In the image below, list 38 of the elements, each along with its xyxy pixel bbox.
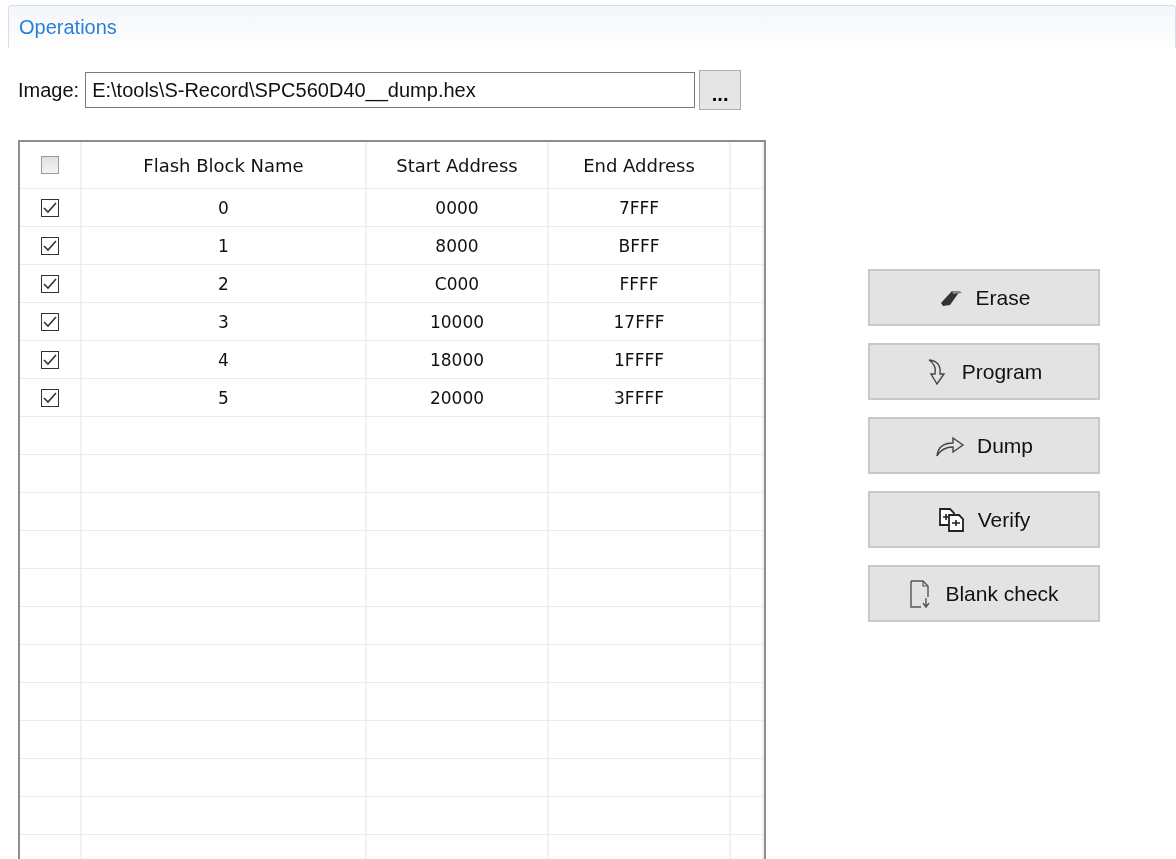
column-header[interactable]: Start Address: [367, 142, 549, 188]
table-cell: 20000: [367, 379, 549, 416]
column-header[interactable]: Flash Block Name: [82, 142, 367, 188]
table-cell: 5: [82, 379, 367, 416]
table-cell: 4: [82, 341, 367, 378]
action-button[interactable]: Dump: [868, 417, 1100, 474]
table-cell: 0: [82, 189, 367, 226]
checkbox[interactable]: [41, 236, 59, 255]
column-header[interactable]: End Address: [549, 142, 731, 188]
image-path-field[interactable]: E:\tools\S-Record\SPC560D40__dump.hex: [85, 72, 696, 108]
action-button[interactable]: Erase: [868, 269, 1100, 326]
table-cell: 2: [82, 265, 367, 302]
image-label: Image:: [18, 78, 80, 102]
table-cell: 8000: [367, 227, 549, 264]
table-cell: 17FFF: [549, 303, 731, 340]
table-cell: 1: [82, 227, 367, 264]
checkbox[interactable]: [41, 156, 59, 174]
table-cell: 0000: [367, 189, 549, 226]
checkbox[interactable]: [41, 274, 59, 293]
table-cell: 10000: [367, 303, 549, 340]
table-cell: 3FFFF: [549, 379, 731, 416]
table-cell: 7FFF: [549, 189, 731, 226]
table-cell: 18000: [367, 341, 549, 378]
table-cell: 3: [82, 303, 367, 340]
table-cell: FFFF: [549, 265, 731, 302]
table-cell: C000: [367, 265, 549, 302]
panel-title: Operations: [19, 15, 117, 39]
checkbox[interactable]: [41, 198, 59, 217]
compare-pages-icon: [937, 506, 966, 533]
checkbox[interactable]: [41, 350, 59, 369]
table-cell: 1FFFF: [549, 341, 731, 378]
table-cell: BFFF: [549, 227, 731, 264]
browse-button[interactable]: ...: [699, 70, 742, 110]
checkbox[interactable]: [41, 388, 59, 407]
action-button[interactable]: Blank check: [868, 565, 1100, 622]
checkbox[interactable]: [41, 312, 59, 331]
action-button[interactable]: Program: [868, 343, 1100, 400]
action-button[interactable]: Verify: [868, 491, 1100, 548]
